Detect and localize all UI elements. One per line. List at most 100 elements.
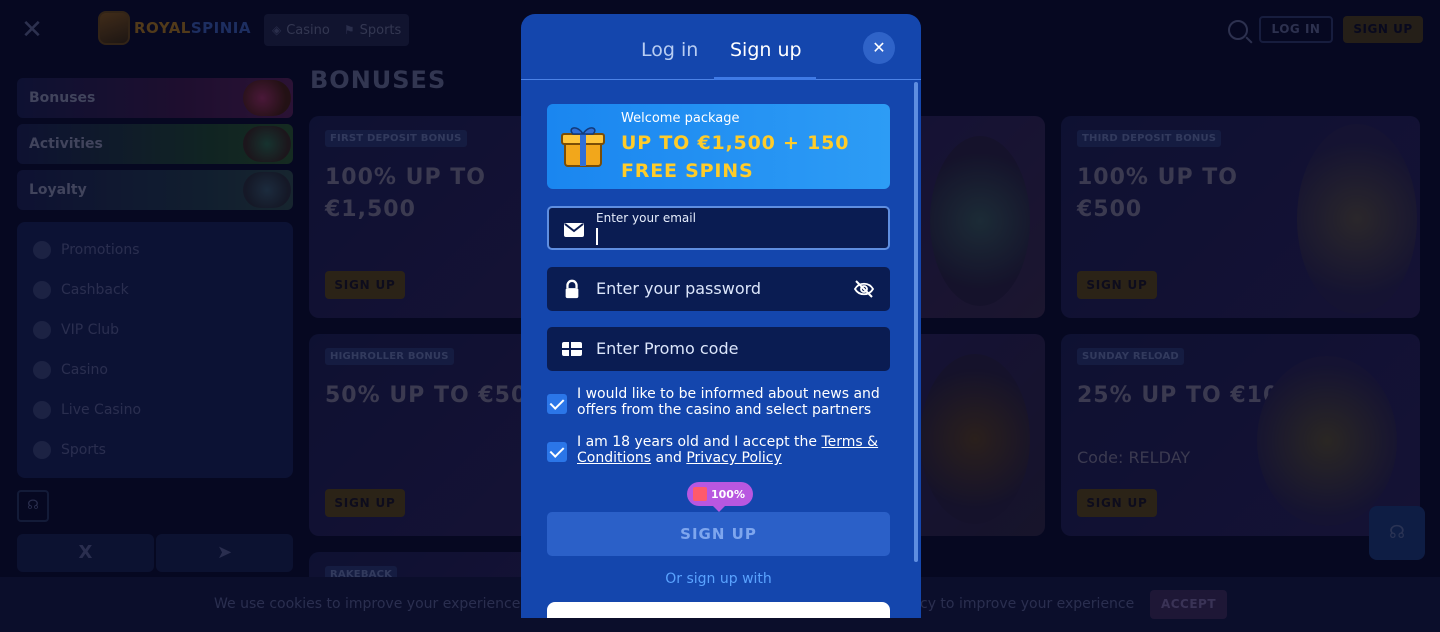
casino-icon (33, 361, 51, 379)
email-field[interactable]: Enter your email (547, 206, 890, 250)
bonus-tag: THIRD DEPOSIT BONUS (1077, 130, 1222, 147)
bonus-tag: HIGHROLLER BONUS (325, 348, 454, 365)
diamond-icon: ◈ (272, 23, 282, 37)
privacy-policy-link[interactable]: Privacy Policy (686, 450, 781, 466)
live-casino-icon (33, 401, 51, 419)
consent-terms: I am 18 years old and I accept the Terms… (547, 434, 892, 466)
welcome-subtitle: Welcome package (621, 111, 740, 126)
bonus-headline: 100% UP TO €1,500 (325, 165, 486, 222)
sports-icon (33, 441, 51, 459)
bonus-card-sunday-reload: SUNDAY RELOAD 25% UP TO €100 Code: RELDA… (1061, 334, 1420, 536)
logo-mascot-icon (98, 11, 130, 45)
close-icon[interactable]: ✕ (863, 32, 895, 64)
sidebar-item-label: Casino (61, 362, 108, 378)
wheel-art-icon (243, 126, 291, 162)
skull-illustration-icon (1257, 356, 1397, 526)
progress-badge-text: 100% (711, 487, 745, 501)
bonus-signup-button[interactable]: SIGN UP (1077, 271, 1157, 299)
welcome-headline: UP TO €1,500 + 150 FREE SPINS (621, 132, 850, 182)
auth-tabs: Log in Sign up (521, 14, 921, 80)
gift-icon (561, 127, 605, 167)
sidebar-item-vip-club[interactable]: VIP Club (17, 310, 293, 350)
bonus-code: Code: RELDAY (1077, 448, 1191, 467)
logo-text-royal: ROYAL (134, 19, 191, 37)
bonus-card-third-deposit: THIRD DEPOSIT BONUS 100% UP TO €500 SIGN… (1061, 116, 1420, 318)
promotions-icon (33, 241, 51, 259)
crown-icon (33, 321, 51, 339)
close-menu-icon[interactable]: ✕ (20, 17, 44, 43)
signup-submit-button[interactable]: SIGN UP (547, 512, 890, 556)
cookie-text: We use cookies to improve your experienc… (214, 596, 521, 612)
terms-checkbox[interactable] (547, 442, 567, 462)
sidebar-card-label: Loyalty (29, 182, 87, 198)
email-label: Enter your email (596, 211, 696, 225)
cookie-accept-button[interactable]: ACCEPT (1150, 590, 1227, 619)
bonus-card-highroller: HIGHROLLER BONUS 50% UP TO €500 SIGN UP (309, 334, 549, 536)
sidebar-card-bonuses[interactable]: Bonuses (17, 78, 293, 118)
chest-illustration-icon (920, 354, 1030, 524)
text-caret (596, 228, 598, 245)
bonus-signup-button[interactable]: SIGN UP (325, 489, 405, 517)
logo-text-spinia: SPINIA (190, 19, 251, 37)
nav-sports[interactable]: ⚑ Sports (344, 23, 401, 38)
modal-scrollbar[interactable] (914, 82, 918, 562)
eye-off-icon[interactable] (853, 278, 875, 300)
or-sign-up-with: Or sign up with (665, 571, 772, 587)
terms-text-middle: and (651, 450, 687, 466)
sidebar-item-sports[interactable]: Sports (17, 430, 293, 470)
password-placeholder: Enter your password (596, 279, 762, 298)
cashback-icon (33, 281, 51, 299)
bonus-tag: FIRST DEPOSIT BONUS (325, 130, 467, 147)
top-nav: ◈ Casino ⚑ Sports (264, 14, 410, 46)
social-signup-button[interactable] (547, 602, 890, 618)
password-field[interactable]: Enter your password (547, 267, 890, 311)
gift-small-icon (693, 487, 707, 501)
king-illustration-icon (1297, 124, 1417, 314)
bonus-tag: SUNDAY RELOAD (1077, 348, 1184, 365)
sidebar-item-cashback[interactable]: Cashback (17, 270, 293, 310)
header-signup-button[interactable]: SIGN UP (1343, 16, 1423, 43)
flag-icon: ⚑ (343, 23, 355, 37)
promo-placeholder: Enter Promo code (596, 339, 739, 358)
sidebar-card-activities[interactable]: Activities (17, 124, 293, 164)
nav-casino-label: Casino (286, 22, 330, 38)
shield-art-icon (243, 172, 291, 208)
support-chat-button[interactable]: ☊ (1369, 506, 1425, 560)
bonus-signup-button[interactable]: SIGN UP (325, 271, 405, 299)
telegram-social-button[interactable]: ➤ (156, 534, 293, 572)
cookie-text-tail: cy to improve your experience (920, 596, 1135, 612)
sidebar-item-casino[interactable]: Casino (17, 350, 293, 390)
sidebar-item-label: VIP Club (61, 322, 120, 338)
sidebar-card-loyalty[interactable]: Loyalty (17, 170, 293, 210)
bonus-card-dragon-art (910, 116, 1045, 318)
x-social-button[interactable]: X (17, 534, 154, 572)
sidebar-item-label: Cashback (61, 282, 129, 298)
logo[interactable]: ROYALSPINIA (98, 10, 251, 46)
login-button[interactable]: LOG IN (1259, 16, 1333, 43)
tab-sign-up[interactable]: Sign up (730, 39, 802, 61)
terms-text-before: I am 18 years old and I accept the (577, 434, 822, 450)
search-icon[interactable] (1228, 20, 1248, 40)
nav-casino[interactable]: ◈ Casino (272, 23, 330, 38)
sidebar-item-live-casino[interactable]: Live Casino (17, 390, 293, 430)
tab-log-in[interactable]: Log in (641, 39, 698, 61)
bonus-headline: 50% UP TO €500 (325, 383, 544, 408)
sidebar-card-label: Activities (29, 136, 103, 152)
nav-sports-label: Sports (359, 22, 402, 38)
promo-code-field[interactable]: Enter Promo code (547, 327, 890, 371)
promo-ticket-icon (562, 342, 582, 356)
news-checkbox[interactable] (547, 394, 567, 414)
bonus-signup-button[interactable]: SIGN UP (1077, 489, 1157, 517)
page-title: BONUSES (310, 66, 447, 94)
bonus-card-first-deposit: FIRST DEPOSIT BONUS 100% UP TO €1,500 SI… (309, 116, 549, 318)
news-consent-text: I would like to be informed about news a… (577, 386, 880, 418)
sidebar-card-label: Bonuses (29, 90, 96, 106)
bonus-headline: 100% UP TO €500 (1077, 165, 1238, 222)
headset-icon[interactable]: ☊ (17, 490, 49, 522)
active-tab-indicator (714, 77, 816, 80)
sidebar-item-promotions[interactable]: Promotions (17, 230, 293, 270)
bonus-progress-badge: 100% (687, 482, 753, 512)
gift-art-icon (243, 80, 291, 116)
terms-consent-text: I am 18 years old and I accept the Terms… (577, 434, 892, 466)
consent-news: I would like to be informed about news a… (547, 386, 892, 418)
